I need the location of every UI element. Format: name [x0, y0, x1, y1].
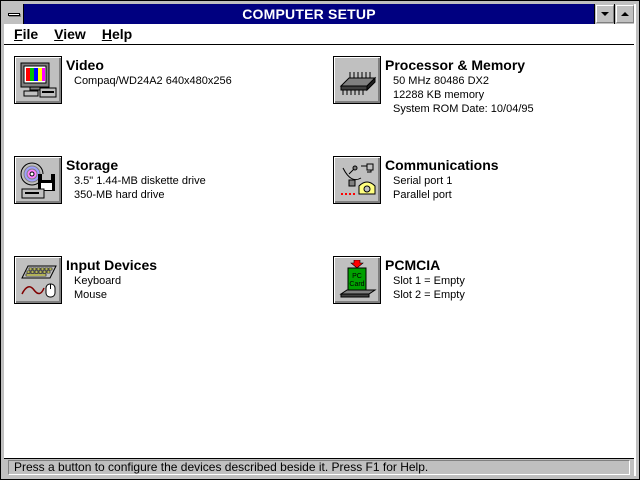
window-title: COMPUTER SETUP: [242, 6, 376, 22]
minimize-button[interactable]: [594, 4, 614, 24]
storage-diskette: 3.5" 1.44-MB diskette drive: [74, 175, 206, 187]
communications-parallel: Parallel port: [393, 189, 452, 201]
communications-title: Communications: [385, 157, 499, 173]
input-keyboard: Keyboard: [74, 275, 122, 287]
video-title: Video: [66, 57, 104, 73]
processor-button[interactable]: [333, 56, 381, 104]
input-devices-button[interactable]: [14, 256, 62, 304]
storage-title: Storage: [66, 157, 119, 173]
pcmcia-title: PCMCIA: [385, 257, 441, 273]
communications-serial: Serial port 1: [393, 175, 453, 187]
processor-memory: 12288 KB memory: [393, 89, 485, 101]
device-storage: Storage 3.5" 1.44-MB diskette drive 350-…: [14, 156, 206, 204]
pcmcia-button[interactable]: PC Card: [333, 256, 381, 304]
chip-icon: [339, 72, 377, 95]
disk-icon: [20, 162, 55, 199]
keyboard-mouse-icon: [21, 265, 57, 298]
device-pcmcia: PC Card PCMCIA Slot 1 = Empty Slot 2 = E…: [333, 256, 465, 304]
menu-help[interactable]: Help: [96, 24, 138, 44]
svg-text:PC: PC: [352, 273, 362, 280]
menu-bar: File View Help: [4, 24, 634, 45]
satellite-phone-icon: [341, 163, 376, 195]
system-menu-button[interactable]: [4, 4, 24, 24]
input-devices-title: Input Devices: [66, 257, 158, 273]
svg-text:Card: Card: [349, 281, 364, 288]
system-menu-icon: [7, 12, 20, 16]
device-video: Video Compaq/WD24A2 640x480x256: [14, 56, 232, 104]
status-bar: Press a button to configure the devices …: [4, 458, 634, 476]
video-button[interactable]: [14, 56, 62, 104]
processor-rom-date: System ROM Date: 10/04/95: [393, 103, 534, 115]
device-panel: Video Compaq/WD24A2 640x480x256 Processo…: [4, 46, 634, 458]
storage-button[interactable]: [14, 156, 62, 204]
video-detail: Compaq/WD24A2 640x480x256: [74, 75, 232, 87]
pc-card-icon: PC Card: [339, 260, 377, 298]
computer-setup-window: COMPUTER SETUP File View Help Video Comp…: [0, 0, 640, 480]
pcmcia-slot-1: Slot 1 = Empty: [393, 275, 465, 287]
minimize-icon: [600, 12, 609, 16]
status-text: Press a button to configure the devices …: [8, 460, 630, 475]
processor-cpu: 50 MHz 80486 DX2: [393, 75, 489, 87]
device-processor: Processor & Memory 50 MHz 80486 DX2 1228…: [333, 56, 534, 116]
maximize-button[interactable]: [614, 4, 634, 24]
title-bar[interactable]: COMPUTER SETUP: [4, 4, 634, 24]
monitor-icon: [20, 62, 57, 98]
communications-button[interactable]: [333, 156, 381, 204]
menu-view[interactable]: View: [48, 24, 92, 44]
input-mouse: Mouse: [74, 289, 108, 301]
pcmcia-slot-2: Slot 2 = Empty: [393, 289, 465, 301]
device-input: Input Devices Keyboard Mouse: [14, 256, 157, 304]
menu-file[interactable]: File: [8, 24, 44, 44]
maximize-icon: [620, 12, 629, 16]
processor-title: Processor & Memory: [385, 57, 526, 73]
storage-hard-drive: 350-MB hard drive: [74, 189, 165, 201]
device-communications: Communications Serial port 1 Parallel po…: [333, 156, 499, 204]
